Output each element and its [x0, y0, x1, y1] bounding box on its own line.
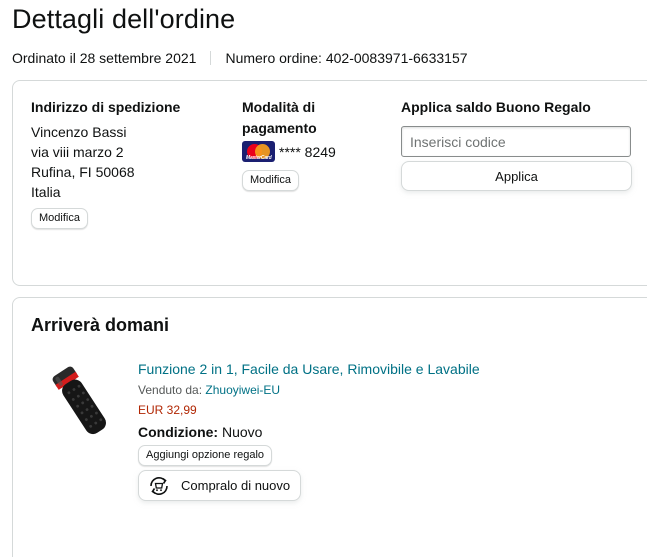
seller-link[interactable]: Zhuoyiwei-EU [205, 383, 280, 397]
condition-row: Condizione: Nuovo [138, 422, 638, 442]
gift-card-heading: Applica saldo Buono Regalo [401, 99, 591, 115]
add-gift-option-button[interactable]: Aggiungi opzione regalo [138, 445, 273, 466]
payment-section: Modalità di pagamento MasterCard **** 82… [242, 97, 392, 191]
address-name: Vincenzo Bassi [31, 124, 127, 140]
payment-heading-line2: pagamento [242, 120, 317, 136]
payment-heading: Modalità di pagamento [242, 97, 392, 139]
product-price: EUR 32,99 [138, 403, 197, 417]
delivery-heading: Arriverà domani [31, 315, 170, 335]
condition-value: Nuovo [218, 424, 263, 440]
address-street: via viii marzo 2 [31, 144, 124, 160]
mastercard-wordmark: MasterCard [246, 155, 272, 161]
gift-card-section: Applica saldo Buono Regalo Applica [401, 97, 633, 191]
buy-again-label: Compralo di nuovo [181, 478, 291, 493]
card-masked-number: **** 8249 [279, 143, 336, 160]
order-date: Ordinato il 28 settembre 2021 [12, 50, 197, 66]
apply-gift-button[interactable]: Applica [401, 161, 632, 191]
buy-again-icon [150, 476, 168, 495]
condition-label: Condizione: [138, 424, 219, 440]
order-number: Numero ordine: 402-0083971-6633157 [225, 50, 468, 66]
order-meta: Ordinato il 28 settembre 2021 Numero ord… [12, 50, 468, 66]
product-info: Funzione 2 in 1, Facile da Usare, Rimovi… [138, 360, 638, 502]
mastercard-icon: MasterCard [242, 141, 275, 162]
buy-again-button[interactable]: Compralo di nuovo [138, 470, 302, 501]
shipping-heading: Indirizzo di spedizione [31, 99, 181, 115]
address-country: Italia [31, 184, 61, 200]
product-title-link[interactable]: Funzione 2 in 1, Facile da Usare, Rimovi… [138, 360, 638, 378]
address-city: Rufina, FI 50068 [31, 164, 135, 180]
edit-payment-button[interactable]: Modifica [242, 170, 299, 191]
payment-card-row: MasterCard **** 8249 [242, 141, 392, 162]
flashlight-product-image[interactable] [41, 360, 121, 448]
seller-label: Venduto da: [138, 383, 206, 397]
order-summary-box: Indirizzo di spedizione Vincenzo Bassi v… [12, 80, 647, 286]
shipping-address-section: Indirizzo di spedizione Vincenzo Bassi v… [31, 97, 221, 229]
delivery-box: Arriverà domani Funzione 2 in 1, Facile … [12, 297, 647, 557]
page-title: Dettagli dell'ordine [12, 4, 236, 34]
meta-divider [210, 51, 212, 65]
payment-heading-line1: Modalità di [242, 99, 316, 115]
edit-address-button[interactable]: Modifica [31, 208, 88, 229]
gift-code-input[interactable] [401, 126, 631, 157]
seller-row: Venduto da: Zhuoyiwei-EU [138, 382, 638, 398]
